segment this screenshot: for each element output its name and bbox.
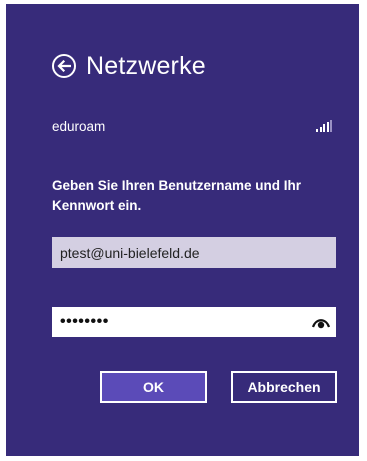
back-arrow-circle-icon[interactable] xyxy=(52,54,76,78)
header: Netzwerke xyxy=(52,48,206,84)
credentials-prompt: Geben Sie Ihren Benutzername und Ihr Ken… xyxy=(52,178,302,213)
network-login-panel: Netzwerke eduroam Geben Sie Ihren Benutz… xyxy=(6,4,359,456)
ok-button[interactable]: OK xyxy=(100,371,207,403)
password-field-wrapper xyxy=(52,307,336,337)
network-name: eduroam xyxy=(52,118,106,134)
password-field[interactable] xyxy=(52,307,302,337)
eye-icon[interactable] xyxy=(311,316,331,329)
signal-strength-icon xyxy=(316,120,332,132)
cancel-button[interactable]: Abbrechen xyxy=(231,371,337,403)
username-field[interactable] xyxy=(52,237,336,268)
network-item-eduroam[interactable]: eduroam xyxy=(52,115,336,137)
page-title: Netzwerke xyxy=(86,52,206,80)
